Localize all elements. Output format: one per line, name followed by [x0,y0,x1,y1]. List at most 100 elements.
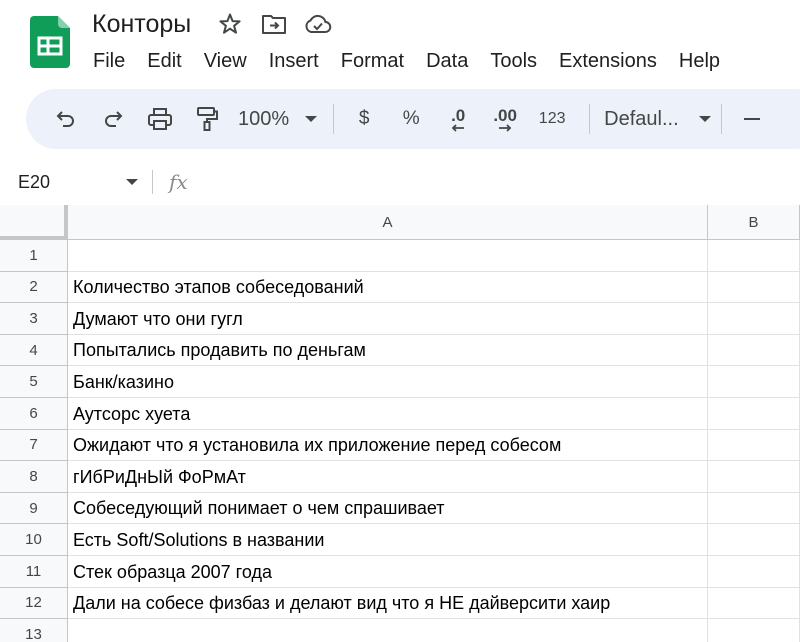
cell-b[interactable] [708,366,800,398]
cell-a[interactable]: Количество этапов собеседований [68,271,708,304]
cell-b[interactable] [708,587,800,620]
toolbar-divider [333,104,335,134]
cell-reference: E20 [18,171,51,192]
select-all-corner[interactable] [0,205,68,240]
row-header[interactable]: 13 [0,619,68,642]
menu-file[interactable]: File [82,46,136,77]
row-header[interactable]: 2 [0,271,68,304]
document-title[interactable]: Конторы [92,10,191,39]
table-row: 10 Есть Soft/Solutions в названии [0,524,800,556]
cell-b[interactable] [708,240,800,272]
cell-a[interactable]: Стек образца 2007 года [68,555,708,588]
cell-a[interactable]: Попытались продавить по деньгам [68,334,708,367]
cell-a[interactable]: Собеседующий понимает о чем спрашивает [68,492,708,525]
menu-format[interactable]: Format [330,46,415,77]
currency-format-button[interactable]: $ [344,99,384,139]
paint-format-icon[interactable] [187,99,227,139]
formula-input[interactable] [188,160,800,204]
menu-help[interactable]: Help [668,46,731,77]
formula-bar: E20 fx [0,160,800,204]
undo-icon[interactable] [46,99,86,139]
column-header-a[interactable]: A [68,205,708,240]
cell-b[interactable] [708,429,800,462]
cell-a[interactable]: Думают что они гугл [68,303,708,335]
title-row: Конторы [92,6,347,42]
decrease-decimal-button[interactable]: .0 [438,99,478,139]
table-row: 5 Банк/казино [0,366,800,398]
cell-a[interactable]: Дали на собесе физбаз и делают вид что я… [68,587,708,620]
row-header[interactable]: 8 [0,461,68,493]
menu-insert[interactable]: Insert [258,46,330,77]
star-icon[interactable] [215,9,245,39]
number-format-button[interactable]: 123 [532,99,572,139]
row-header[interactable]: 5 [0,366,68,398]
chevron-down-icon [126,179,138,185]
font-size-decrease-button[interactable] [732,99,772,139]
table-row: 6 Аутсорс хуета [0,397,800,430]
zoom-select[interactable]: 100% [238,107,318,131]
cell-b[interactable] [708,271,800,304]
cell-a[interactable]: Аутсорс хуета [68,397,708,430]
fx-icon: fx [169,170,188,194]
menu-tools[interactable]: Tools [479,46,548,77]
row-header[interactable]: 11 [0,555,68,588]
cell-a[interactable]: Ожидают что я установила их приложение п… [68,429,708,462]
redo-icon[interactable] [93,99,133,139]
menu-edit[interactable]: Edit [136,46,192,77]
cell-a[interactable]: Банк/казино [68,366,708,398]
menu-data[interactable]: Data [415,46,479,77]
cell-b[interactable] [708,461,800,493]
sheets-logo[interactable] [30,16,70,68]
table-row: 3 Думают что они гугл [0,303,800,335]
cell-b[interactable] [708,334,800,367]
row-header[interactable]: 4 [0,334,68,367]
menu-view[interactable]: View [193,46,258,77]
name-box[interactable]: E20 [0,160,152,204]
arrow-right-icon [499,123,512,132]
percent-format-button[interactable]: % [391,99,431,139]
font-select[interactable]: Defaul... [604,107,711,131]
formula-divider [152,170,153,194]
column-header-b[interactable]: B [708,205,800,240]
chevron-down-icon [698,116,711,122]
increase-decimal-label: .00 [493,105,517,125]
menu-extensions[interactable]: Extensions [548,46,668,77]
row-header[interactable]: 9 [0,492,68,525]
table-row: 13 [0,619,800,642]
cell-a[interactable] [68,619,708,642]
table-row: 12 Дали на собесе физбаз и делают вид что… [0,587,800,620]
move-to-folder-icon[interactable] [259,9,289,39]
cell-b[interactable] [708,397,800,430]
row-header[interactable]: 10 [0,524,68,556]
table-row: 2 Количество этапов собеседований [0,271,800,304]
table-row: 11 Стек образца 2007 года [0,555,800,588]
cell-b[interactable] [708,492,800,525]
cell-a[interactable]: гИбРиДнЫй ФоРмАт [68,461,708,493]
row-header[interactable]: 6 [0,397,68,430]
zoom-value: 100% [238,107,290,130]
table-row: 1 [0,240,800,272]
cell-a[interactable] [68,240,708,272]
toolbar-divider [720,104,722,134]
cloud-saved-icon[interactable] [303,9,333,39]
print-icon[interactable] [140,99,180,139]
cell-b[interactable] [708,303,800,335]
decrease-decimal-label: .0 [451,105,466,125]
cell-b[interactable] [708,555,800,588]
row-header[interactable]: 7 [0,429,68,462]
chevron-down-icon [305,116,318,122]
row-header[interactable]: 12 [0,587,68,620]
cell-b[interactable] [708,524,800,556]
toolbar: 100% $ % .0 .00 123 Defaul... [26,89,800,149]
menu-bar: File Edit View Insert Format Data Tools … [82,44,731,78]
arrow-left-icon [451,123,465,132]
table-row: 8 гИбРиДнЫй ФоРмАт [0,461,800,493]
font-value: Defaul... [604,107,679,130]
rows-container: 1 2 Количество этапов собеседований 3 Думают… [0,240,800,642]
increase-decimal-button[interactable]: .00 [485,99,525,139]
row-header[interactable]: 1 [0,240,68,272]
cell-b[interactable] [708,619,800,642]
cell-a[interactable]: Есть Soft/Solutions в названии [68,524,708,556]
row-header[interactable]: 3 [0,303,68,335]
toolbar-divider [589,104,591,134]
